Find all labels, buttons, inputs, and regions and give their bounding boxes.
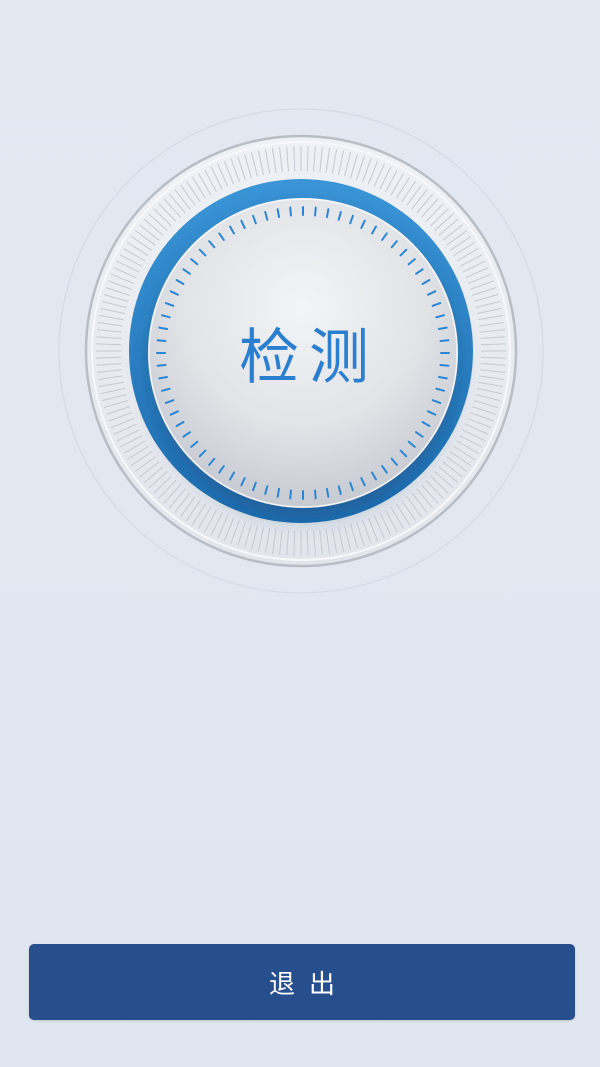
exit-button[interactable]: 退出: [29, 944, 575, 1020]
detect-button-label: 检测: [239, 322, 379, 393]
exit-button-label: 退出: [268, 969, 349, 1000]
scan-dial: 检测: [0, 0, 600, 700]
detect-button[interactable]: 检测: [149, 197, 459, 507]
detection-screen: 检测 退出: [0, 0, 600, 1067]
